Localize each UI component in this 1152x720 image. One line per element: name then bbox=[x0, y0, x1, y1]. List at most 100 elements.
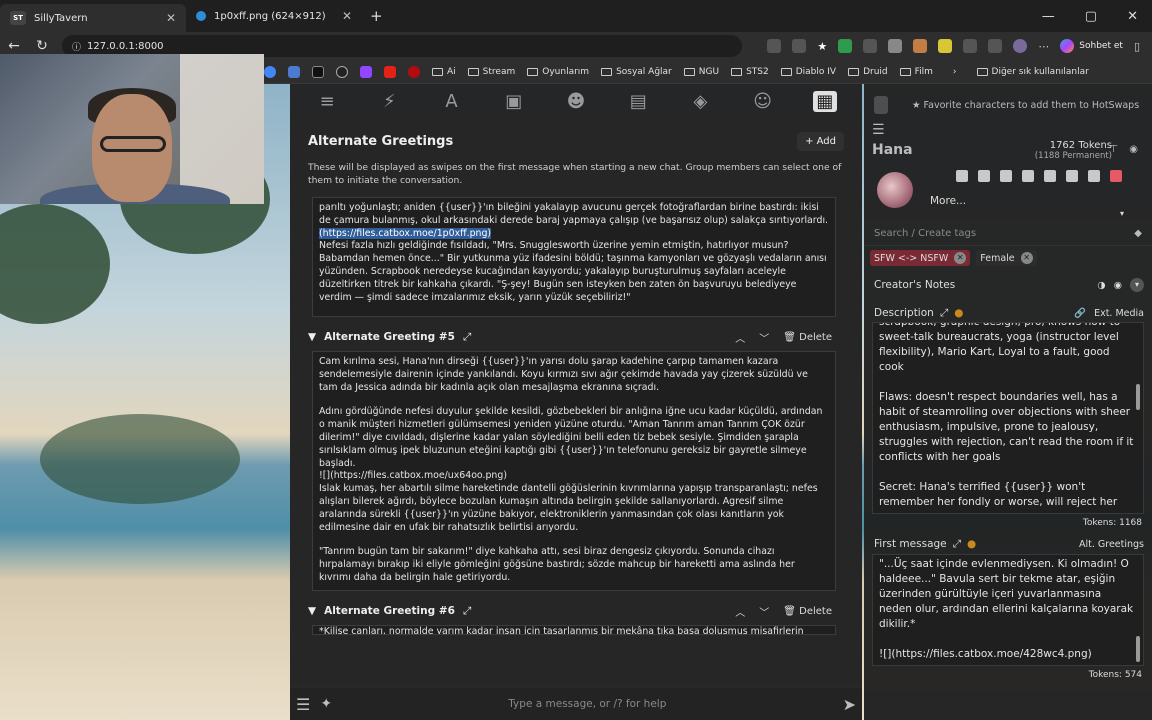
first-message-textarea[interactable]: "...Üç saat içinde evlenmediysen. Ki olm… bbox=[872, 554, 1144, 666]
chevron-right-icon[interactable]: › bbox=[953, 67, 957, 77]
extension-icon[interactable] bbox=[838, 39, 853, 53]
list-icon[interactable]: ☰ bbox=[872, 122, 885, 138]
cloud-icon[interactable] bbox=[863, 39, 878, 53]
export-icon[interactable] bbox=[1066, 170, 1078, 182]
apps-icon[interactable] bbox=[767, 39, 782, 53]
ext-media-link[interactable]: 🔗 Ext. Media bbox=[1074, 308, 1144, 319]
shield-icon[interactable] bbox=[888, 39, 903, 53]
info-icon[interactable]: ● bbox=[954, 307, 963, 319]
info-icon[interactable]: ● bbox=[967, 538, 976, 550]
search-tags-input[interactable]: Search / Create tags ◆ bbox=[864, 222, 1152, 246]
collapse-icon[interactable]: ▼ bbox=[308, 605, 316, 617]
add-greeting-button[interactable]: + Add bbox=[797, 132, 844, 151]
greeting-5-textarea[interactable]: Cam kırılma sesi, Hana'nın dirseği {{use… bbox=[312, 351, 836, 591]
delete-button[interactable]: 🗑 Delete bbox=[783, 606, 832, 617]
netflix-icon[interactable] bbox=[408, 65, 420, 78]
sliders-icon[interactable]: ≡ bbox=[315, 91, 339, 112]
lock-icon[interactable] bbox=[874, 96, 888, 114]
puzzle-icon[interactable] bbox=[963, 39, 978, 53]
chat-input[interactable]: Type a message, or /? for help bbox=[342, 698, 833, 710]
extension-icon[interactable] bbox=[938, 39, 953, 53]
bookmark-folder[interactable]: Diablo IV bbox=[780, 67, 836, 77]
expand-icon[interactable]: ⤢ bbox=[463, 331, 471, 344]
user-gear-icon[interactable]: ☻ bbox=[564, 91, 588, 112]
book-icon[interactable] bbox=[978, 170, 990, 182]
character-card-icon[interactable]: ▦ bbox=[812, 90, 837, 112]
profile-avatar-icon[interactable] bbox=[1013, 39, 1028, 53]
info-icon[interactable]: ⓘ bbox=[72, 40, 81, 53]
remove-tag-icon[interactable]: ✕ bbox=[954, 252, 967, 264]
bookmark-folder[interactable]: Sosyal Ağlar bbox=[601, 67, 672, 77]
close-icon[interactable]: ✕ bbox=[342, 9, 352, 23]
passport-icon[interactable] bbox=[1022, 170, 1034, 182]
move-down-icon[interactable]: ﹀ bbox=[759, 604, 769, 619]
more-dropdown[interactable]: More... ▾ bbox=[930, 195, 1152, 219]
plug-icon[interactable]: ⚡ bbox=[377, 91, 401, 112]
extension-icon[interactable] bbox=[913, 39, 928, 53]
close-icon[interactable]: ✕ bbox=[166, 11, 176, 25]
cubes-icon[interactable]: ◈ bbox=[688, 91, 712, 112]
eye-icon[interactable]: ◉ bbox=[1114, 280, 1122, 291]
move-down-icon[interactable]: ﹀ bbox=[759, 330, 769, 345]
translate-icon[interactable] bbox=[288, 65, 300, 78]
expand-icon[interactable]: ⤢ bbox=[953, 538, 961, 551]
selected-link[interactable]: (https://files.catbox.moe/1p0xff.png) bbox=[319, 227, 492, 239]
book-icon[interactable]: ▣ bbox=[502, 91, 526, 112]
tab-image[interactable]: 1p0xff.png (624×912) ✕ bbox=[186, 0, 362, 32]
remove-tag-icon[interactable]: ✕ bbox=[1020, 252, 1033, 264]
greeting-6-textarea[interactable]: *Kilise çanları, normalde yarım kadar in… bbox=[312, 625, 836, 635]
maximize-icon[interactable]: ▢ bbox=[1085, 9, 1097, 24]
tab-sillytavern[interactable]: ST SillyTavern ✕ bbox=[0, 4, 186, 32]
collapse-icon[interactable]: ▼ bbox=[308, 331, 316, 343]
sitemap-icon[interactable]: ⊤ bbox=[1109, 144, 1118, 155]
face-icon[interactable] bbox=[1044, 170, 1056, 182]
tag-sfw-nsfw[interactable]: SFW <-> NSFW ✕ bbox=[870, 250, 971, 266]
new-tab-icon[interactable]: + bbox=[362, 7, 391, 25]
creators-notes-header[interactable]: Creator's Notes ◑ ◉ ▾ bbox=[864, 274, 1152, 296]
sidebar-toggle-icon[interactable]: ▯ bbox=[1134, 40, 1140, 53]
description-textarea[interactable]: scrapbook, graphic design, pro, knows ho… bbox=[872, 322, 1144, 514]
tag-icon[interactable]: ◆ bbox=[1134, 228, 1142, 239]
avatar[interactable] bbox=[877, 172, 913, 208]
bookmark-folder[interactable]: Film bbox=[899, 67, 933, 77]
bookmark-folder[interactable]: Ai bbox=[432, 67, 456, 77]
bookmark-folder-other[interactable]: Diğer sık kullanılanlar bbox=[976, 67, 1089, 77]
palette-icon[interactable]: ◑ bbox=[1097, 280, 1105, 291]
split-screen-icon[interactable] bbox=[988, 39, 1003, 53]
minimize-icon[interactable]: — bbox=[1042, 9, 1055, 24]
smile-icon[interactable]: ☺ bbox=[751, 91, 775, 112]
clone-icon[interactable] bbox=[1088, 170, 1100, 182]
image-icon[interactable]: ▤ bbox=[626, 91, 650, 112]
globe-icon[interactable] bbox=[1000, 170, 1012, 182]
move-up-icon[interactable]: ︿ bbox=[735, 604, 745, 619]
bookmark-folder[interactable]: STS2 bbox=[731, 67, 769, 77]
close-window-icon[interactable]: ✕ bbox=[1127, 9, 1138, 24]
twitch-icon[interactable] bbox=[360, 65, 372, 78]
delete-button[interactable]: 🗑 Delete bbox=[783, 332, 832, 343]
star-icon[interactable] bbox=[956, 170, 968, 182]
move-up-icon[interactable]: ︿ bbox=[735, 330, 745, 345]
bookmark-folder[interactable]: Oyunlarım bbox=[527, 67, 589, 77]
tiktok-icon[interactable] bbox=[312, 65, 324, 78]
bookmark-folder[interactable]: Stream bbox=[467, 67, 515, 77]
expand-icon[interactable]: ⤢ bbox=[463, 605, 471, 618]
send-icon[interactable]: ➤ bbox=[843, 695, 856, 714]
bookmark-folder[interactable]: Druid bbox=[848, 67, 888, 77]
menu-dots-icon[interactable]: ⋯ bbox=[1038, 40, 1049, 53]
youtube-icon[interactable] bbox=[384, 65, 396, 78]
google-icon[interactable] bbox=[264, 65, 276, 78]
copilot-button[interactable]: Sohbet et bbox=[1060, 39, 1123, 53]
expand-icon[interactable]: ⤢ bbox=[940, 307, 948, 320]
eye-icon[interactable]: ◉ bbox=[1129, 144, 1138, 155]
chevron-down-icon[interactable]: ▾ bbox=[1130, 278, 1144, 292]
font-icon[interactable]: A bbox=[440, 91, 464, 112]
tag-female[interactable]: Female ✕ bbox=[976, 250, 1037, 266]
bookmark-folder[interactable]: NGU bbox=[683, 67, 719, 77]
greeting-4-textarea[interactable]: parıltı yoğunlaştı; aniden {{user}}'ın b… bbox=[312, 197, 836, 317]
favorite-star-icon[interactable]: ★ bbox=[817, 40, 827, 53]
description-scrollbar[interactable] bbox=[1136, 384, 1140, 410]
threads-icon[interactable] bbox=[336, 65, 348, 78]
skull-icon[interactable] bbox=[1110, 170, 1122, 182]
magic-wand-icon[interactable]: ✦ bbox=[320, 696, 332, 712]
reader-icon[interactable] bbox=[792, 39, 807, 53]
